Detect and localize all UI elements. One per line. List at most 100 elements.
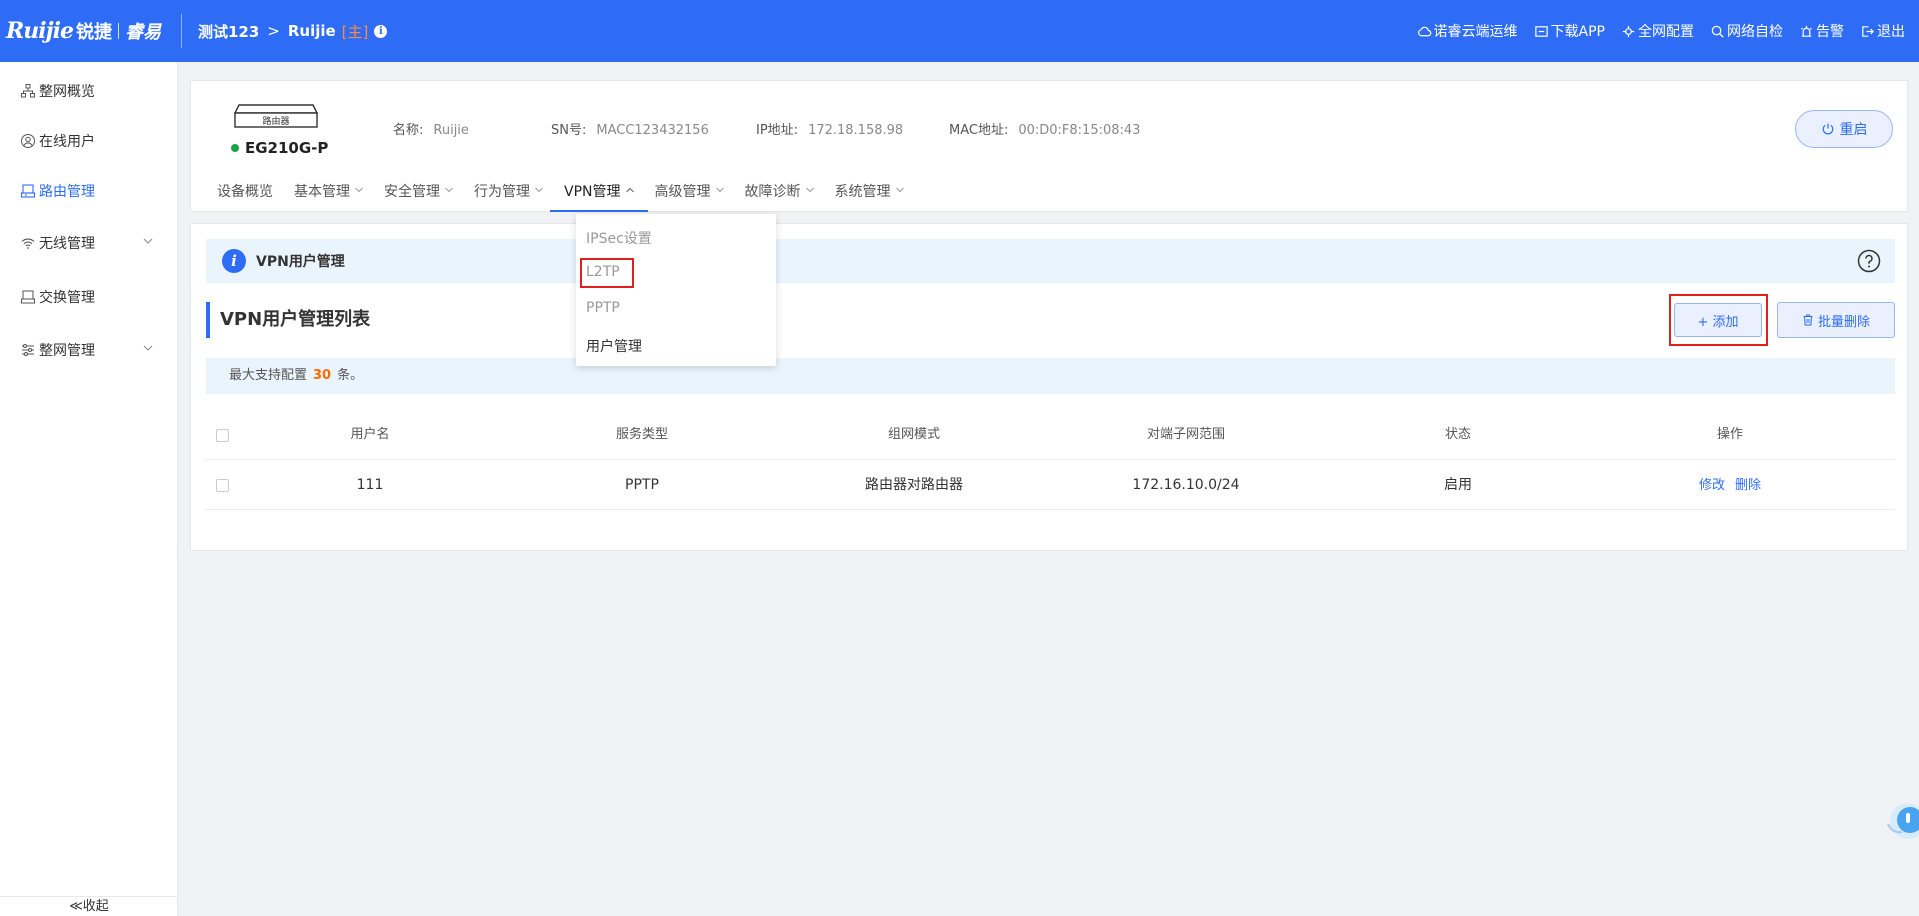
assistant-robot-icon[interactable] [1882, 800, 1919, 842]
top-bar: Ruijie 锐捷 睿易 测试123 > Ruijie [主] i 诺睿云端运维… [0, 0, 1919, 62]
online-status-dot [231, 144, 239, 152]
cloud-ops-link[interactable]: 诺睿云端运维 [1417, 21, 1518, 41]
chevron-down-icon [805, 187, 814, 193]
device-name-value: Ruijie [433, 123, 469, 138]
download-app-label: 下载APP [1550, 24, 1605, 40]
menu-item-ipsec[interactable]: IPSec设置 [586, 228, 652, 248]
help-icon[interactable] [1857, 249, 1881, 273]
tab-advanced-management[interactable]: 高级管理 [655, 181, 724, 213]
chevron-up-icon [625, 187, 634, 193]
device-model-text: EG210G-P [245, 139, 329, 157]
column-header-username: 用户名 [350, 427, 390, 442]
tab-basic-management[interactable]: 基本管理 [294, 181, 363, 213]
tab-behavior-management[interactable]: 行为管理 [474, 181, 543, 213]
device-sn-value: MACC123432156 [596, 123, 709, 138]
column-header-network-mode: 组网模式 [887, 427, 940, 442]
switch-icon [21, 290, 35, 304]
power-icon [1822, 123, 1833, 135]
sidebar-label-switch-management: 交换管理 [39, 290, 95, 306]
network-inspect-link[interactable]: 网络自检 [1710, 21, 1783, 41]
network-config-icon [1622, 25, 1635, 37]
network-config-link[interactable]: 全网配置 [1621, 21, 1694, 41]
master-tag: [主] [341, 22, 369, 41]
router-icon [20, 184, 36, 198]
delete-link[interactable]: 删除 [1735, 478, 1761, 493]
top-actions: 诺睿云端运维 下载APP 全网配置 网络自检 告警 退出 [1401, 21, 1919, 41]
menu-item-l2tp[interactable]: L2TP [586, 264, 620, 280]
batch-delete-button[interactable]: 批量删除 [1777, 302, 1895, 338]
tab-system-management[interactable]: 系统管理 [835, 181, 904, 213]
device-name-label: 名称: [393, 123, 424, 138]
info-banner-title: VPN用户管理 [256, 254, 345, 270]
select-all-checkbox[interactable] [216, 429, 229, 442]
router-device-icon: 路由器 [233, 104, 319, 128]
add-button[interactable]: + 添加 [1674, 303, 1762, 337]
breadcrumb-device: Ruijie [287, 22, 336, 40]
sidebar: 整网概览 在线用户 路由管理 无线管理 交换管理 整网管理 ≪收起 [0, 62, 178, 916]
vpn-user-table: 用户名 服务类型 组网模式 对端子网范围 状态 操作 111 PPTP 路由器对… [206, 410, 1895, 510]
cell-actions: 修改 删除 [1626, 460, 1834, 510]
tab-label: 故障诊断 [744, 184, 801, 200]
alarm-link[interactable]: 告警 [1799, 21, 1844, 41]
alarm-icon [1801, 25, 1812, 37]
note-prefix: 最大支持配置 [229, 368, 308, 383]
logout-icon [1862, 25, 1874, 37]
tab-vpn-management[interactable]: VPN管理 [550, 181, 647, 213]
router-image-label: 路由器 [262, 115, 289, 127]
brand-logo[interactable]: Ruijie 锐捷 睿易 [0, 0, 161, 62]
tab-label: 安全管理 [384, 184, 440, 200]
tab-label: 设备概览 [217, 184, 273, 200]
device-card: 路由器 EG210G-P 名称: Ruijie SN号: MACC123432156… [190, 80, 1908, 212]
device-ip-label: IP地址: [756, 123, 799, 138]
sidebar-item-switch-management[interactable]: 交换管理 [0, 277, 178, 317]
logout-link[interactable]: 退出 [1860, 21, 1905, 41]
download-app-link[interactable]: 下载APP [1534, 21, 1605, 41]
info-icon[interactable]: i [374, 24, 388, 38]
breadcrumb: 测试123 > Ruijie [主] i [198, 21, 388, 42]
sidebar-label-wireless-management: 无线管理 [39, 236, 95, 252]
tab-device-overview[interactable]: 设备概览 [217, 181, 273, 213]
network-inspect-label: 网络自检 [1727, 24, 1783, 40]
chevron-down-icon [143, 238, 153, 244]
device-mac-field: MAC地址: 00:D0:F8:15:08:43 [949, 119, 1140, 138]
topology-icon [21, 84, 35, 98]
cloud-icon [1417, 26, 1431, 36]
sidebar-item-router-management[interactable]: 路由管理 [0, 171, 178, 211]
alarm-label: 告警 [1816, 24, 1844, 40]
section-title: VPN用户管理列表 [206, 302, 370, 338]
user-icon [21, 134, 35, 148]
restart-button[interactable]: 重启 [1795, 110, 1893, 148]
menu-item-user-management[interactable]: 用户管理 [586, 336, 642, 356]
trash-icon [1803, 314, 1813, 326]
batch-delete-label: 批量删除 [1817, 314, 1870, 330]
device-name-field: 名称: Ruijie [393, 119, 469, 138]
device-mac-value: 00:D0:F8:15:08:43 [1018, 123, 1141, 138]
vpn-user-management-panel: i VPN用户管理 VPN用户管理列表 + 添加 批量删除 最大支持配置 30 条。… [190, 223, 1908, 551]
sidebar-item-wireless-management[interactable]: 无线管理 [0, 223, 178, 263]
note-count: 30 [313, 368, 332, 383]
row-checkbox[interactable] [216, 479, 229, 492]
breadcrumb-project[interactable]: 测试123 [198, 21, 259, 42]
tab-fault-diagnosis[interactable]: 故障诊断 [745, 181, 814, 213]
tab-security-management[interactable]: 安全管理 [384, 181, 453, 213]
logo-sub: 睿易 [124, 22, 161, 43]
sidebar-item-network-overview[interactable]: 整网概览 [0, 71, 178, 111]
cloud-ops-label: 诺睿云端运维 [1433, 24, 1518, 40]
max-config-note: 最大支持配置 30 条。 [206, 358, 1895, 394]
sidebar-collapse-button[interactable]: ≪收起 [0, 896, 178, 916]
table-row: 111 PPTP 路由器对路由器 172.16.10.0/24 启用 修改 删除 [206, 460, 1895, 510]
chevron-down-icon [895, 187, 904, 193]
tab-label: 行为管理 [474, 184, 530, 200]
menu-item-pptp[interactable]: PPTP [586, 300, 620, 316]
column-header-status: 状态 [1444, 427, 1471, 442]
sidebar-item-network-management[interactable]: 整网管理 [0, 330, 178, 370]
info-circle-icon: i [222, 249, 246, 273]
chevron-down-icon [445, 187, 453, 193]
sidebar-item-online-users[interactable]: 在线用户 [0, 121, 178, 161]
cell-service-type: PPTP [625, 477, 659, 493]
network-config-label: 全网配置 [1638, 24, 1694, 40]
sidebar-label-online-users: 在线用户 [39, 134, 95, 150]
download-icon [1534, 25, 1548, 37]
edit-link[interactable]: 修改 [1699, 478, 1725, 493]
inspect-icon [1711, 25, 1724, 38]
